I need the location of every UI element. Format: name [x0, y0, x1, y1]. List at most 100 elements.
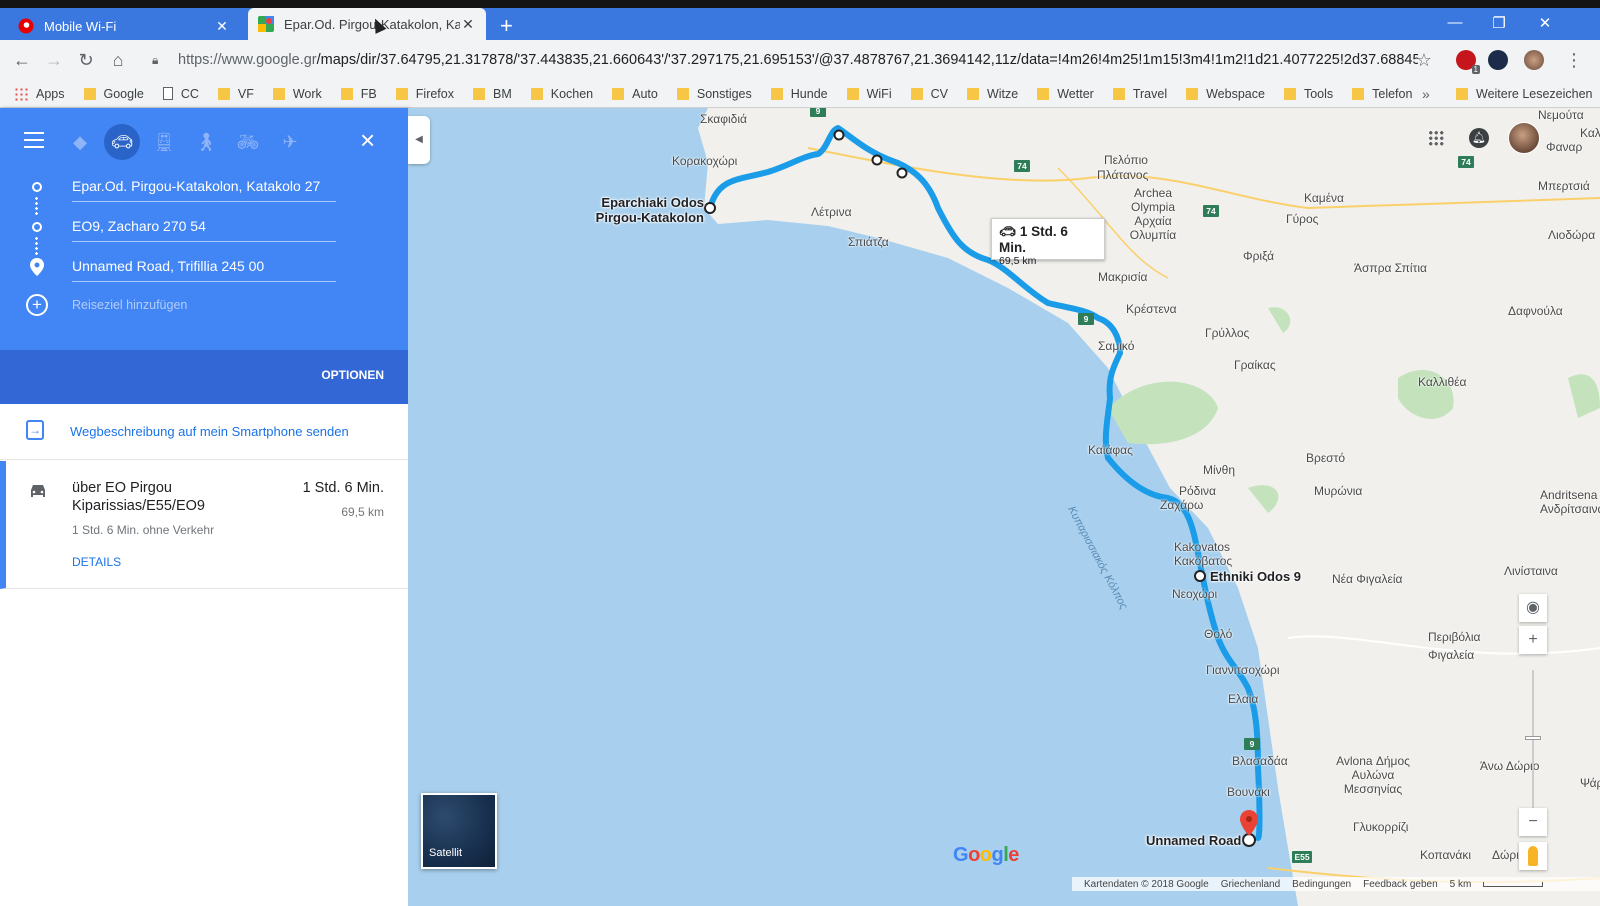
zoom-in-button[interactable]: +	[1519, 626, 1547, 654]
tab-close-icon[interactable]: ✕	[214, 18, 230, 35]
place-label: Γρύλλος	[1205, 326, 1250, 340]
new-tab-button[interactable]: +	[500, 14, 513, 38]
end-waypoint-label[interactable]: Unnamed Road	[1146, 833, 1241, 848]
start-waypoint-label[interactable]: Eparchiaki Odos Pirgou-Katakolon	[594, 195, 704, 225]
folder-icon	[1186, 87, 1199, 100]
route-details-link[interactable]: DETAILS	[72, 555, 121, 569]
waypoint-middle-input[interactable]: EO9, Zacharo 270 54	[72, 212, 336, 242]
flight-mode-icon[interactable]: ✈︎	[272, 124, 308, 160]
middle-waypoint-label[interactable]: Ethniki Odos 9	[1210, 569, 1301, 584]
bookmark-folder[interactable]: Google	[83, 87, 144, 101]
google-apps-icon[interactable]	[1428, 130, 1444, 146]
add-destination-icon[interactable]: +	[26, 294, 48, 316]
car-icon: 🚗︎	[999, 224, 1017, 239]
password-manager-icon[interactable]	[1488, 50, 1508, 70]
adblock-icon[interactable]: 1	[1456, 50, 1480, 74]
place-label: Πελόπιο	[1104, 153, 1148, 167]
send-to-phone-link[interactable]: Wegbeschreibung auf mein Smartphone send…	[70, 424, 349, 439]
destination-pin-dot	[1246, 816, 1252, 822]
place-label: Άσπρα Σπίτια	[1354, 261, 1427, 275]
start-point-icon	[32, 182, 42, 192]
bookmark-folder[interactable]: Wetter	[1037, 87, 1094, 101]
bookmark-folder[interactable]: BM	[472, 87, 512, 101]
street-view-pegman-icon[interactable]	[1519, 842, 1547, 870]
place-label: Λινίσταινα	[1504, 564, 1558, 578]
scale-label[interactable]: 5 km	[1450, 879, 1472, 890]
maximize-icon[interactable]: ❐	[1484, 14, 1514, 32]
travel-modes: ◆ 🚗︎ 🚆︎ 🚶︎ 🚲︎ ✈︎ ×	[0, 108, 408, 172]
bicycle-mode-icon[interactable]: 🚲︎	[230, 124, 266, 160]
bookmark-folder[interactable]: Travel	[1112, 87, 1167, 101]
bookmark-folder[interactable]: Tools	[1283, 87, 1333, 101]
place-label: Νεμούτα	[1538, 108, 1584, 122]
bookmark-folder[interactable]: CV	[910, 87, 948, 101]
bookmark-folder[interactable]: Webspace	[1186, 87, 1265, 101]
menu-icon[interactable]	[24, 132, 44, 150]
zoom-handle[interactable]	[1525, 736, 1541, 740]
bookmark-folder[interactable]: FB	[340, 87, 377, 101]
walking-mode-icon[interactable]: 🚶︎	[188, 124, 224, 160]
browser-menu-icon[interactable]: ⋮	[1562, 48, 1586, 72]
back-icon[interactable]: ←	[10, 48, 34, 72]
waypoint-start-input[interactable]: Epar.Od. Pirgou-Katakolon, Katakolo 27	[72, 172, 336, 202]
forward-icon[interactable]: →	[42, 48, 66, 72]
route-option[interactable]: über EO Pirgou Kiparissias/E55/EO9 1 Std…	[0, 461, 408, 589]
options-button[interactable]: OPTIONEN	[321, 368, 384, 382]
place-label: Ρόδινα	[1179, 484, 1216, 498]
place-label: Φριξά	[1243, 249, 1275, 263]
route-callout[interactable]: 🚗︎ 1 Std. 6 Min. 69,5 km	[991, 218, 1105, 267]
place-label: Άνω Δώριο	[1480, 759, 1540, 773]
scale-bar	[1483, 881, 1544, 887]
zoom-out-button[interactable]: −	[1519, 808, 1547, 836]
bookmark-star-icon[interactable]: ☆	[1412, 48, 1436, 72]
bookmark-folder[interactable]: WiFi	[846, 87, 892, 101]
route-traffic-info: 1 Std. 6 Min. ohne Verkehr	[72, 523, 215, 537]
bookmarks-overflow-button[interactable]: »	[1422, 86, 1430, 102]
place-label: Βουνάκι	[1227, 785, 1270, 799]
add-destination-link[interactable]: Reiseziel hinzufügen	[72, 298, 187, 312]
address-bar[interactable]: 🔒︎ https://www.google.gr/maps/dir/37.647…	[144, 45, 1444, 75]
send-to-phone-row[interactable]: → Wegbeschreibung auf mein Smartphone se…	[0, 404, 408, 460]
bookmark-folder[interactable]: Witze	[966, 87, 1018, 101]
place-label: Λέτρινα	[811, 205, 852, 219]
map-canvas[interactable]: ◀ 9 74 74 74 9 9 E55 Σκαφιδιά Κορακοχώρι…	[408, 108, 1600, 906]
tab-close-icon[interactable]: ✕	[460, 16, 476, 33]
close-directions-icon[interactable]: ×	[360, 124, 384, 156]
account-avatar[interactable]	[1508, 122, 1540, 154]
transit-mode-icon[interactable]: 🚆︎	[146, 124, 182, 160]
tab-mobile-wifi[interactable]: Mobile Wi-Fi ✕	[8, 12, 240, 40]
minimize-icon[interactable]: —	[1440, 14, 1470, 31]
car-mode-icon[interactable]: 🚗︎	[104, 124, 140, 160]
bookmark-folder[interactable]: Hunde	[770, 87, 828, 101]
bookmark-folder[interactable]: Work	[272, 87, 322, 101]
bookmark-folder[interactable]: Sonstiges	[676, 87, 752, 101]
folder-icon	[966, 87, 979, 100]
bookmark-folder[interactable]: Telefon	[1352, 87, 1412, 101]
terms-link[interactable]: Bedingungen	[1292, 879, 1351, 890]
home-icon[interactable]: ⌂	[106, 48, 130, 72]
waypoint-destination-input[interactable]: Unnamed Road, Trifillia 245 00	[72, 252, 336, 282]
place-label: Kakovatos Κακόβατος	[1174, 540, 1233, 568]
bookmark-folder[interactable]: Auto	[612, 87, 658, 101]
place-label: Γλυκορρίζι	[1353, 820, 1409, 834]
collapse-panel-button[interactable]: ◀	[408, 116, 430, 164]
my-location-icon[interactable]: ◉	[1519, 594, 1547, 622]
country-link[interactable]: Griechenland	[1221, 879, 1280, 890]
other-bookmarks[interactable]: Weitere Lesezeichen	[1456, 87, 1593, 101]
bookmark-page[interactable]: CC	[162, 87, 199, 101]
feedback-link[interactable]: Feedback geben	[1363, 879, 1438, 890]
best-route-icon[interactable]: ◆	[62, 124, 98, 160]
satellite-toggle[interactable]: Satellit	[421, 793, 497, 869]
notifications-icon[interactable]: 🔔︎	[1469, 128, 1489, 148]
profile-avatar[interactable]	[1524, 50, 1544, 70]
bookmark-folder[interactable]: Firefox	[395, 87, 454, 101]
bookmark-apps[interactable]: Apps	[14, 86, 65, 101]
reload-icon[interactable]: ↻	[74, 48, 98, 72]
place-label: Σκαφιδιά	[700, 112, 747, 126]
bookmark-folder[interactable]: VF	[217, 87, 254, 101]
tab-google-maps[interactable]: Epar.Od. Pirgou-Katakolon, Katak ✕	[248, 8, 486, 40]
window-close-icon[interactable]: ✕	[1530, 14, 1560, 32]
url-text[interactable]: https://www.google.gr/maps/dir/37.64795,…	[178, 52, 1418, 68]
zoom-slider[interactable]	[1532, 670, 1534, 830]
bookmark-folder[interactable]: Kochen	[530, 87, 593, 101]
